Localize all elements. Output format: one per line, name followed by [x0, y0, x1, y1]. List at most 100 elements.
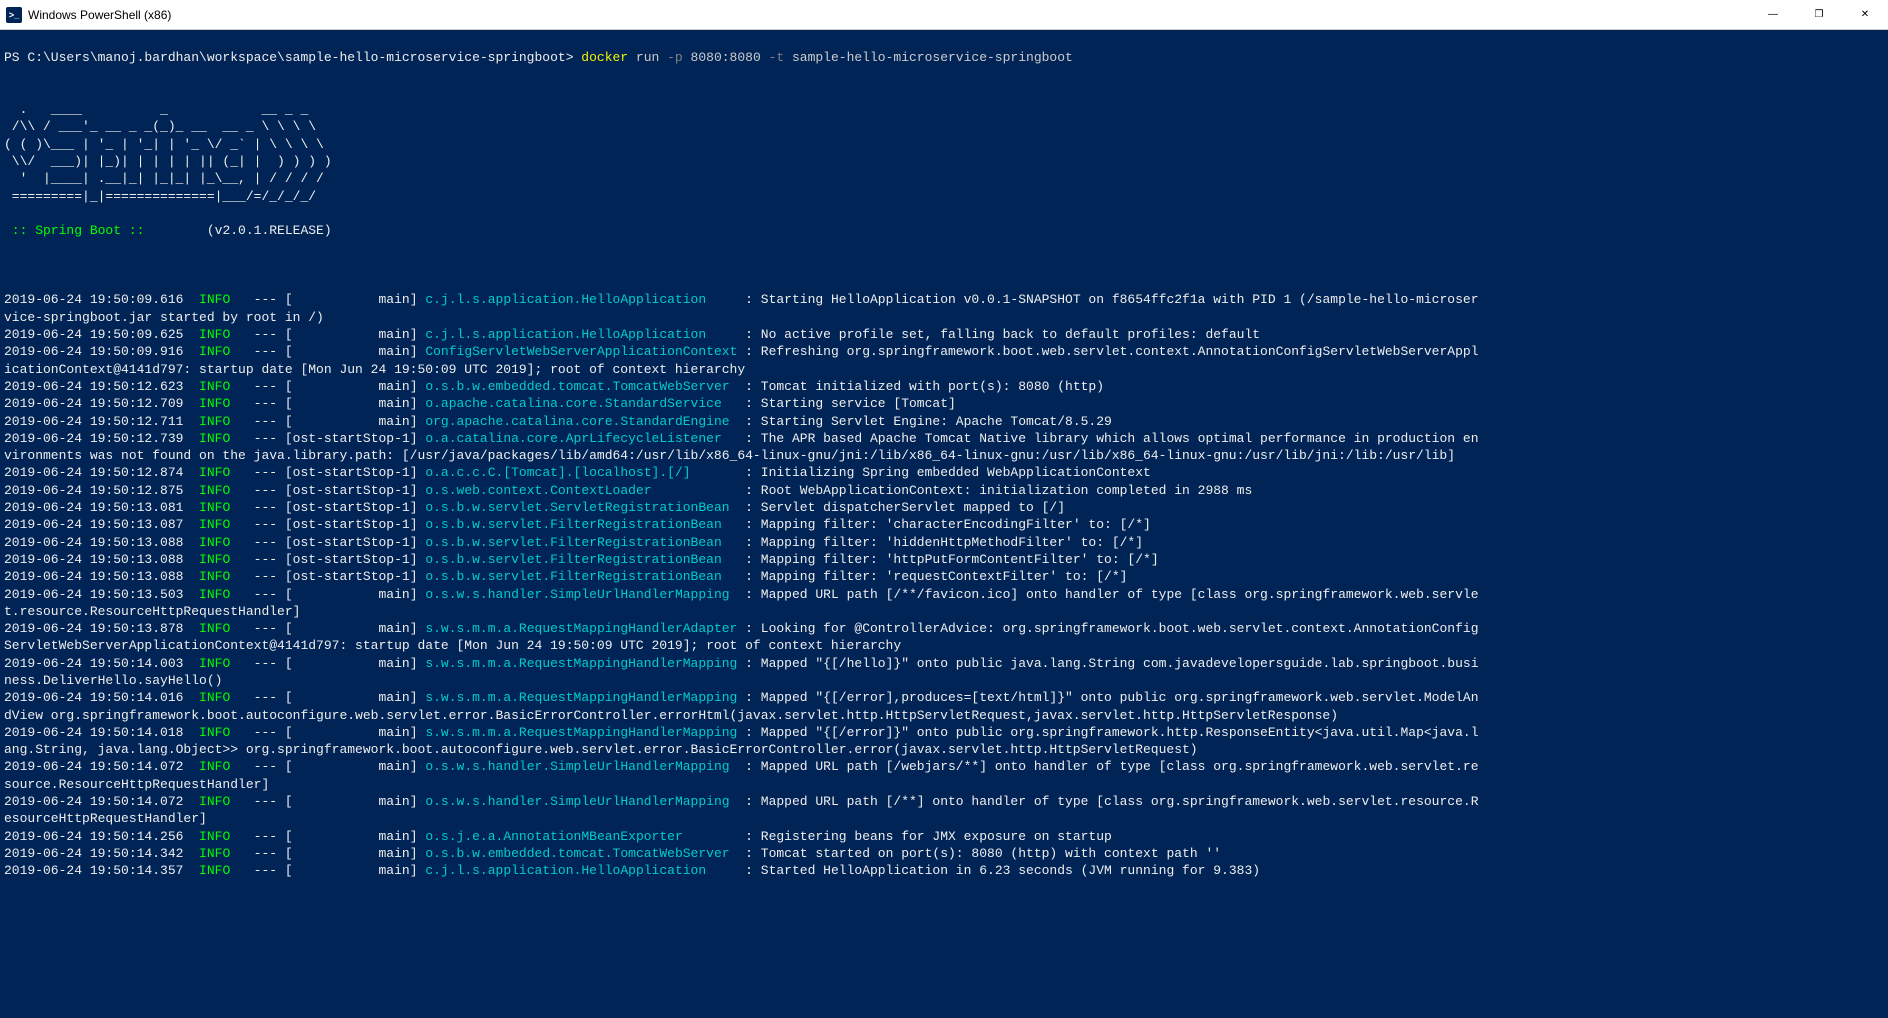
- log-level: INFO: [199, 863, 230, 878]
- log-continuation: ServletWebServerApplicationContext@4141d…: [4, 638, 901, 653]
- log-line: ServletWebServerApplicationContext@4141d…: [4, 637, 1884, 654]
- log-timestamp: 2019-06-24 19:50:09.616: [4, 292, 199, 307]
- log-thread: [ost-startStop-1]: [285, 535, 425, 550]
- log-timestamp: 2019-06-24 19:50:14.072: [4, 759, 199, 774]
- log-message: : Mapped "{[/error],produces=[text/html]…: [745, 690, 1478, 705]
- log-level: INFO: [199, 431, 230, 446]
- log-level: INFO: [199, 846, 230, 861]
- log-line: 2019-06-24 19:50:12.709 INFO --- [ main]…: [4, 395, 1884, 412]
- log-thread: [ main]: [285, 379, 425, 394]
- log-line: 2019-06-24 19:50:09.616 INFO --- [ main]…: [4, 291, 1884, 308]
- log-thread: [ main]: [285, 327, 425, 342]
- log-pid: ---: [230, 327, 285, 342]
- log-message: : Mapping filter: 'characterEncodingFilt…: [745, 517, 1151, 532]
- log-line: 2019-06-24 19:50:09.916 INFO --- [ main]…: [4, 343, 1884, 360]
- log-timestamp: 2019-06-24 19:50:12.874: [4, 465, 199, 480]
- log-timestamp: 2019-06-24 19:50:13.878: [4, 621, 199, 636]
- cmd-image: sample-hello-microservice-springboot: [784, 50, 1073, 65]
- log-line: 2019-06-24 19:50:14.072 INFO --- [ main]…: [4, 758, 1884, 775]
- log-logger: org.apache.catalina.core.StandardEngine: [425, 414, 745, 429]
- log-line: 2019-06-24 19:50:13.088 INFO --- [ost-st…: [4, 551, 1884, 568]
- log-timestamp: 2019-06-24 19:50:13.081: [4, 500, 199, 515]
- log-continuation: ang.String, java.lang.Object>> org.sprin…: [4, 742, 1198, 757]
- log-thread: [ main]: [285, 292, 425, 307]
- log-level: INFO: [199, 500, 230, 515]
- log-pid: ---: [230, 656, 285, 671]
- log-thread: [ main]: [285, 863, 425, 878]
- log-line: 2019-06-24 19:50:14.342 INFO --- [ main]…: [4, 845, 1884, 862]
- log-message: : Initializing Spring embedded WebApplic…: [745, 465, 1151, 480]
- log-pid: ---: [230, 500, 285, 515]
- log-logger: o.s.b.w.servlet.ServletRegistrationBean: [425, 500, 745, 515]
- log-message: : Starting service [Tomcat]: [745, 396, 956, 411]
- window-titlebar: >_ Windows PowerShell (x86) — ❐ ✕: [0, 0, 1888, 30]
- log-level: INFO: [199, 379, 230, 394]
- log-pid: ---: [230, 517, 285, 532]
- log-line: 2019-06-24 19:50:12.875 INFO --- [ost-st…: [4, 482, 1884, 499]
- log-pid: ---: [230, 344, 285, 359]
- log-pid: ---: [230, 587, 285, 602]
- log-thread: [ main]: [285, 621, 425, 636]
- log-pid: ---: [230, 863, 285, 878]
- log-message: : Registering beans for JMX exposure on …: [745, 829, 1112, 844]
- ascii-line: /\\ / ___'_ __ _ _(_)_ __ __ _ \ \ \ \: [4, 118, 1884, 135]
- terminal-output[interactable]: PS C:\Users\manoj.bardhan\workspace\samp…: [0, 30, 1888, 899]
- log-thread: [ost-startStop-1]: [285, 500, 425, 515]
- log-line: 2019-06-24 19:50:13.878 INFO --- [ main]…: [4, 620, 1884, 637]
- prompt-path: PS C:\Users\manoj.bardhan\workspace\samp…: [4, 50, 581, 65]
- ascii-line: \\/ ___)| |_)| | | | | || (_| | ) ) ) ): [4, 153, 1884, 170]
- log-timestamp: 2019-06-24 19:50:12.739: [4, 431, 199, 446]
- log-level: INFO: [199, 725, 230, 740]
- log-level: INFO: [199, 794, 230, 809]
- log-pid: ---: [230, 794, 285, 809]
- minimize-button[interactable]: —: [1750, 0, 1796, 30]
- log-continuation: dView org.springframework.boot.autoconfi…: [4, 708, 1338, 723]
- log-timestamp: 2019-06-24 19:50:13.088: [4, 535, 199, 550]
- log-line: t.resource.ResourceHttpRequestHandler]: [4, 603, 1884, 620]
- log-message: : Mapping filter: 'hiddenHttpMethodFilte…: [745, 535, 1143, 550]
- log-level: INFO: [199, 517, 230, 532]
- maximize-button[interactable]: ❐: [1796, 0, 1842, 30]
- log-thread: [ main]: [285, 846, 425, 861]
- log-level: INFO: [199, 656, 230, 671]
- log-continuation: t.resource.ResourceHttpRequestHandler]: [4, 604, 300, 619]
- log-message: : Looking for @ControllerAdvice: org.spr…: [745, 621, 1478, 636]
- ascii-line: ( ( )\___ | '_ | '_| | '_ \/ _` | \ \ \ …: [4, 136, 1884, 153]
- ascii-line: . ____ _ __ _ _: [4, 101, 1884, 118]
- log-continuation: icationContext@4141d797: startup date [M…: [4, 362, 745, 377]
- cmd-port: 8080:8080: [683, 50, 769, 65]
- window-controls: — ❐ ✕: [1750, 0, 1888, 30]
- log-line: vironments was not found on the java.lib…: [4, 447, 1884, 464]
- log-logger: c.j.l.s.application.HelloApplication: [425, 292, 745, 307]
- log-logger: o.s.b.w.servlet.FilterRegistrationBean: [425, 569, 745, 584]
- log-thread: [ main]: [285, 690, 425, 705]
- log-line: 2019-06-24 19:50:13.087 INFO --- [ost-st…: [4, 516, 1884, 533]
- log-logger: o.a.catalina.core.AprLifecycleListener: [425, 431, 745, 446]
- log-timestamp: 2019-06-24 19:50:14.256: [4, 829, 199, 844]
- log-logger: o.s.b.w.servlet.FilterRegistrationBean: [425, 517, 745, 532]
- log-logger: o.s.w.s.handler.SimpleUrlHandlerMapping: [425, 794, 745, 809]
- log-logger: s.w.s.m.m.a.RequestMappingHandlerMapping: [425, 690, 745, 705]
- cmd-flag-p: -p: [667, 50, 683, 65]
- log-thread: [ost-startStop-1]: [285, 552, 425, 567]
- log-message: : No active profile set, falling back to…: [745, 327, 1260, 342]
- close-button[interactable]: ✕: [1842, 0, 1888, 30]
- log-line: 2019-06-24 19:50:14.018 INFO --- [ main]…: [4, 724, 1884, 741]
- log-timestamp: 2019-06-24 19:50:12.875: [4, 483, 199, 498]
- log-message: : Started HelloApplication in 6.23 secon…: [745, 863, 1260, 878]
- log-logger: o.s.j.e.a.AnnotationMBeanExporter: [425, 829, 745, 844]
- blank-line: [4, 257, 1884, 274]
- log-continuation: vironments was not found on the java.lib…: [4, 448, 1455, 463]
- log-line: 2019-06-24 19:50:14.072 INFO --- [ main]…: [4, 793, 1884, 810]
- log-timestamp: 2019-06-24 19:50:13.087: [4, 517, 199, 532]
- log-thread: [ main]: [285, 414, 425, 429]
- log-line: 2019-06-24 19:50:12.711 INFO --- [ main]…: [4, 413, 1884, 430]
- cmd-docker: docker: [581, 50, 628, 65]
- log-logger: o.s.b.w.servlet.FilterRegistrationBean: [425, 535, 745, 550]
- log-thread: [ost-startStop-1]: [285, 483, 425, 498]
- log-pid: ---: [230, 483, 285, 498]
- log-pid: ---: [230, 292, 285, 307]
- log-line: ang.String, java.lang.Object>> org.sprin…: [4, 741, 1884, 758]
- log-level: INFO: [199, 759, 230, 774]
- log-pid: ---: [230, 690, 285, 705]
